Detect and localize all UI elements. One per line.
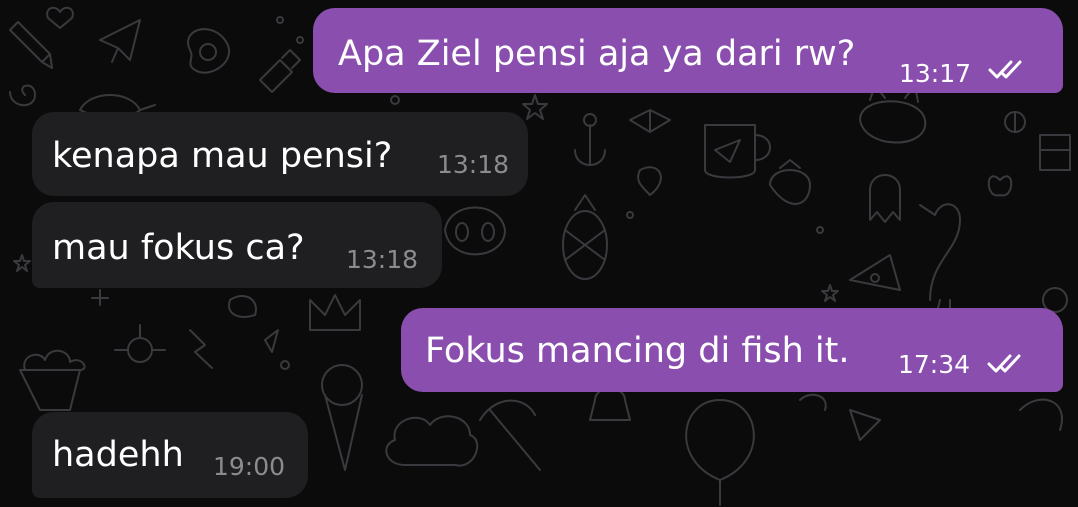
- message-time: 13:18: [346, 245, 419, 274]
- message-time: 13:18: [437, 150, 510, 179]
- message-time: 19:00: [213, 452, 286, 481]
- incoming-message-bubble[interactable]: kenapa mau pensi? 13:18: [32, 112, 528, 196]
- outgoing-message-bubble[interactable]: Fokus mancing di fish it. 17:34: [401, 308, 1063, 392]
- double-check-icon: [988, 60, 1022, 79]
- incoming-message-bubble[interactable]: mau fokus ca? 13:18: [32, 202, 442, 288]
- message-text: mau fokus ca?: [52, 228, 305, 268]
- message-list[interactable]: Apa Ziel pensi aja ya dari rw? 13:17 ken…: [0, 0, 1078, 507]
- message-time: 13:17: [899, 59, 972, 88]
- message-text: hadehh: [52, 435, 184, 475]
- outgoing-message-bubble[interactable]: Apa Ziel pensi aja ya dari rw? 13:17: [313, 8, 1063, 93]
- message-text: kenapa mau pensi?: [52, 136, 393, 176]
- message-time: 17:34: [898, 350, 971, 379]
- double-check-icon: [987, 354, 1021, 373]
- message-text: Apa Ziel pensi aja ya dari rw?: [338, 34, 856, 74]
- message-text: Fokus mancing di fish it.: [425, 331, 850, 371]
- incoming-message-bubble[interactable]: hadehh 19:00: [32, 412, 308, 498]
